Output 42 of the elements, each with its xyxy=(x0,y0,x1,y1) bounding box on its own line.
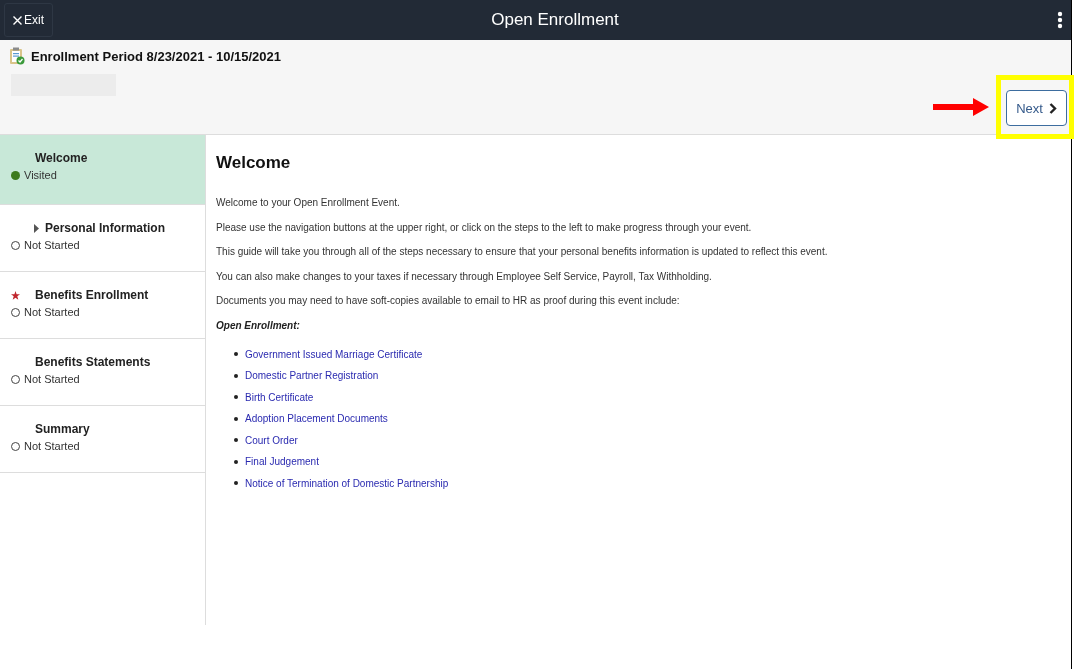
paragraph-text: Please use the navigation buttons at the upper right, or click on the steps to the left to make progress through your event. xyxy=(216,221,753,233)
exit-button[interactable]: Exit xyxy=(4,3,53,37)
document-link[interactable]: Government Issued Marriage Certificate xyxy=(245,348,423,360)
paragraph-text: Welcome to your Open Enrollment Event. xyxy=(216,197,401,208)
document-link[interactable]: Final Judgement xyxy=(245,456,319,468)
step-title: Summary xyxy=(35,422,90,436)
bullet-icon xyxy=(234,352,238,357)
paragraph-text: You can also make changes to your taxes if necessary through Employee Self Service, Payroll, Tax Withholding. xyxy=(216,270,713,282)
step-status: Not Started xyxy=(24,306,80,318)
document-link[interactable]: Birth Certificate xyxy=(245,391,314,403)
bullet-icon xyxy=(234,395,238,400)
step-status: Not Started xyxy=(24,373,80,385)
close-icon xyxy=(13,15,22,25)
bullet-icon xyxy=(234,459,238,464)
step-title: Welcome xyxy=(35,151,88,165)
clipboard-check-icon xyxy=(9,47,25,65)
next-button[interactable]: Next xyxy=(1006,90,1067,126)
step-title: Benefits Statements xyxy=(35,355,151,369)
document-link[interactable]: Domestic Partner Registration xyxy=(245,370,379,382)
document-link[interactable]: Adoption Placement Documents xyxy=(245,413,388,425)
step-status: Not Started xyxy=(24,440,80,452)
bullet-icon xyxy=(234,438,238,443)
step-status: Visited xyxy=(24,169,57,181)
step-status: Not Started xyxy=(24,239,80,251)
bullet-icon xyxy=(234,416,238,421)
bullet-icon xyxy=(234,481,238,486)
step-item[interactable]: Welcome Visited xyxy=(0,135,205,205)
enrollment-period-title: Enrollment Period 8/23/2021 - 10/15/2021 xyxy=(31,48,282,64)
annotation-arrow xyxy=(933,98,989,116)
document-link[interactable]: Court Order xyxy=(245,434,298,446)
paragraph-text: Documents you may need to have soft-copies available to email to HR as proof during this event include: xyxy=(216,295,681,306)
content-heading: Welcome xyxy=(216,153,292,173)
more-options-icon[interactable] xyxy=(1057,11,1063,29)
step-title: Personal Information xyxy=(45,221,166,235)
expand-icon[interactable] xyxy=(34,223,39,233)
paragraph-text: This guide will take you through all of the steps necessary to ensure that your personal benefits information is updated to reflect this event. xyxy=(216,246,829,257)
chevron-right-icon xyxy=(1048,102,1057,114)
step-title: Benefits Enrollment xyxy=(35,288,149,302)
list-heading: Open Enrollment: xyxy=(216,319,301,331)
page-title: Open Enrollment xyxy=(491,10,619,30)
document-link[interactable]: Notice of Termination of Domestic Partnership xyxy=(245,477,449,489)
bullet-icon xyxy=(234,373,238,378)
